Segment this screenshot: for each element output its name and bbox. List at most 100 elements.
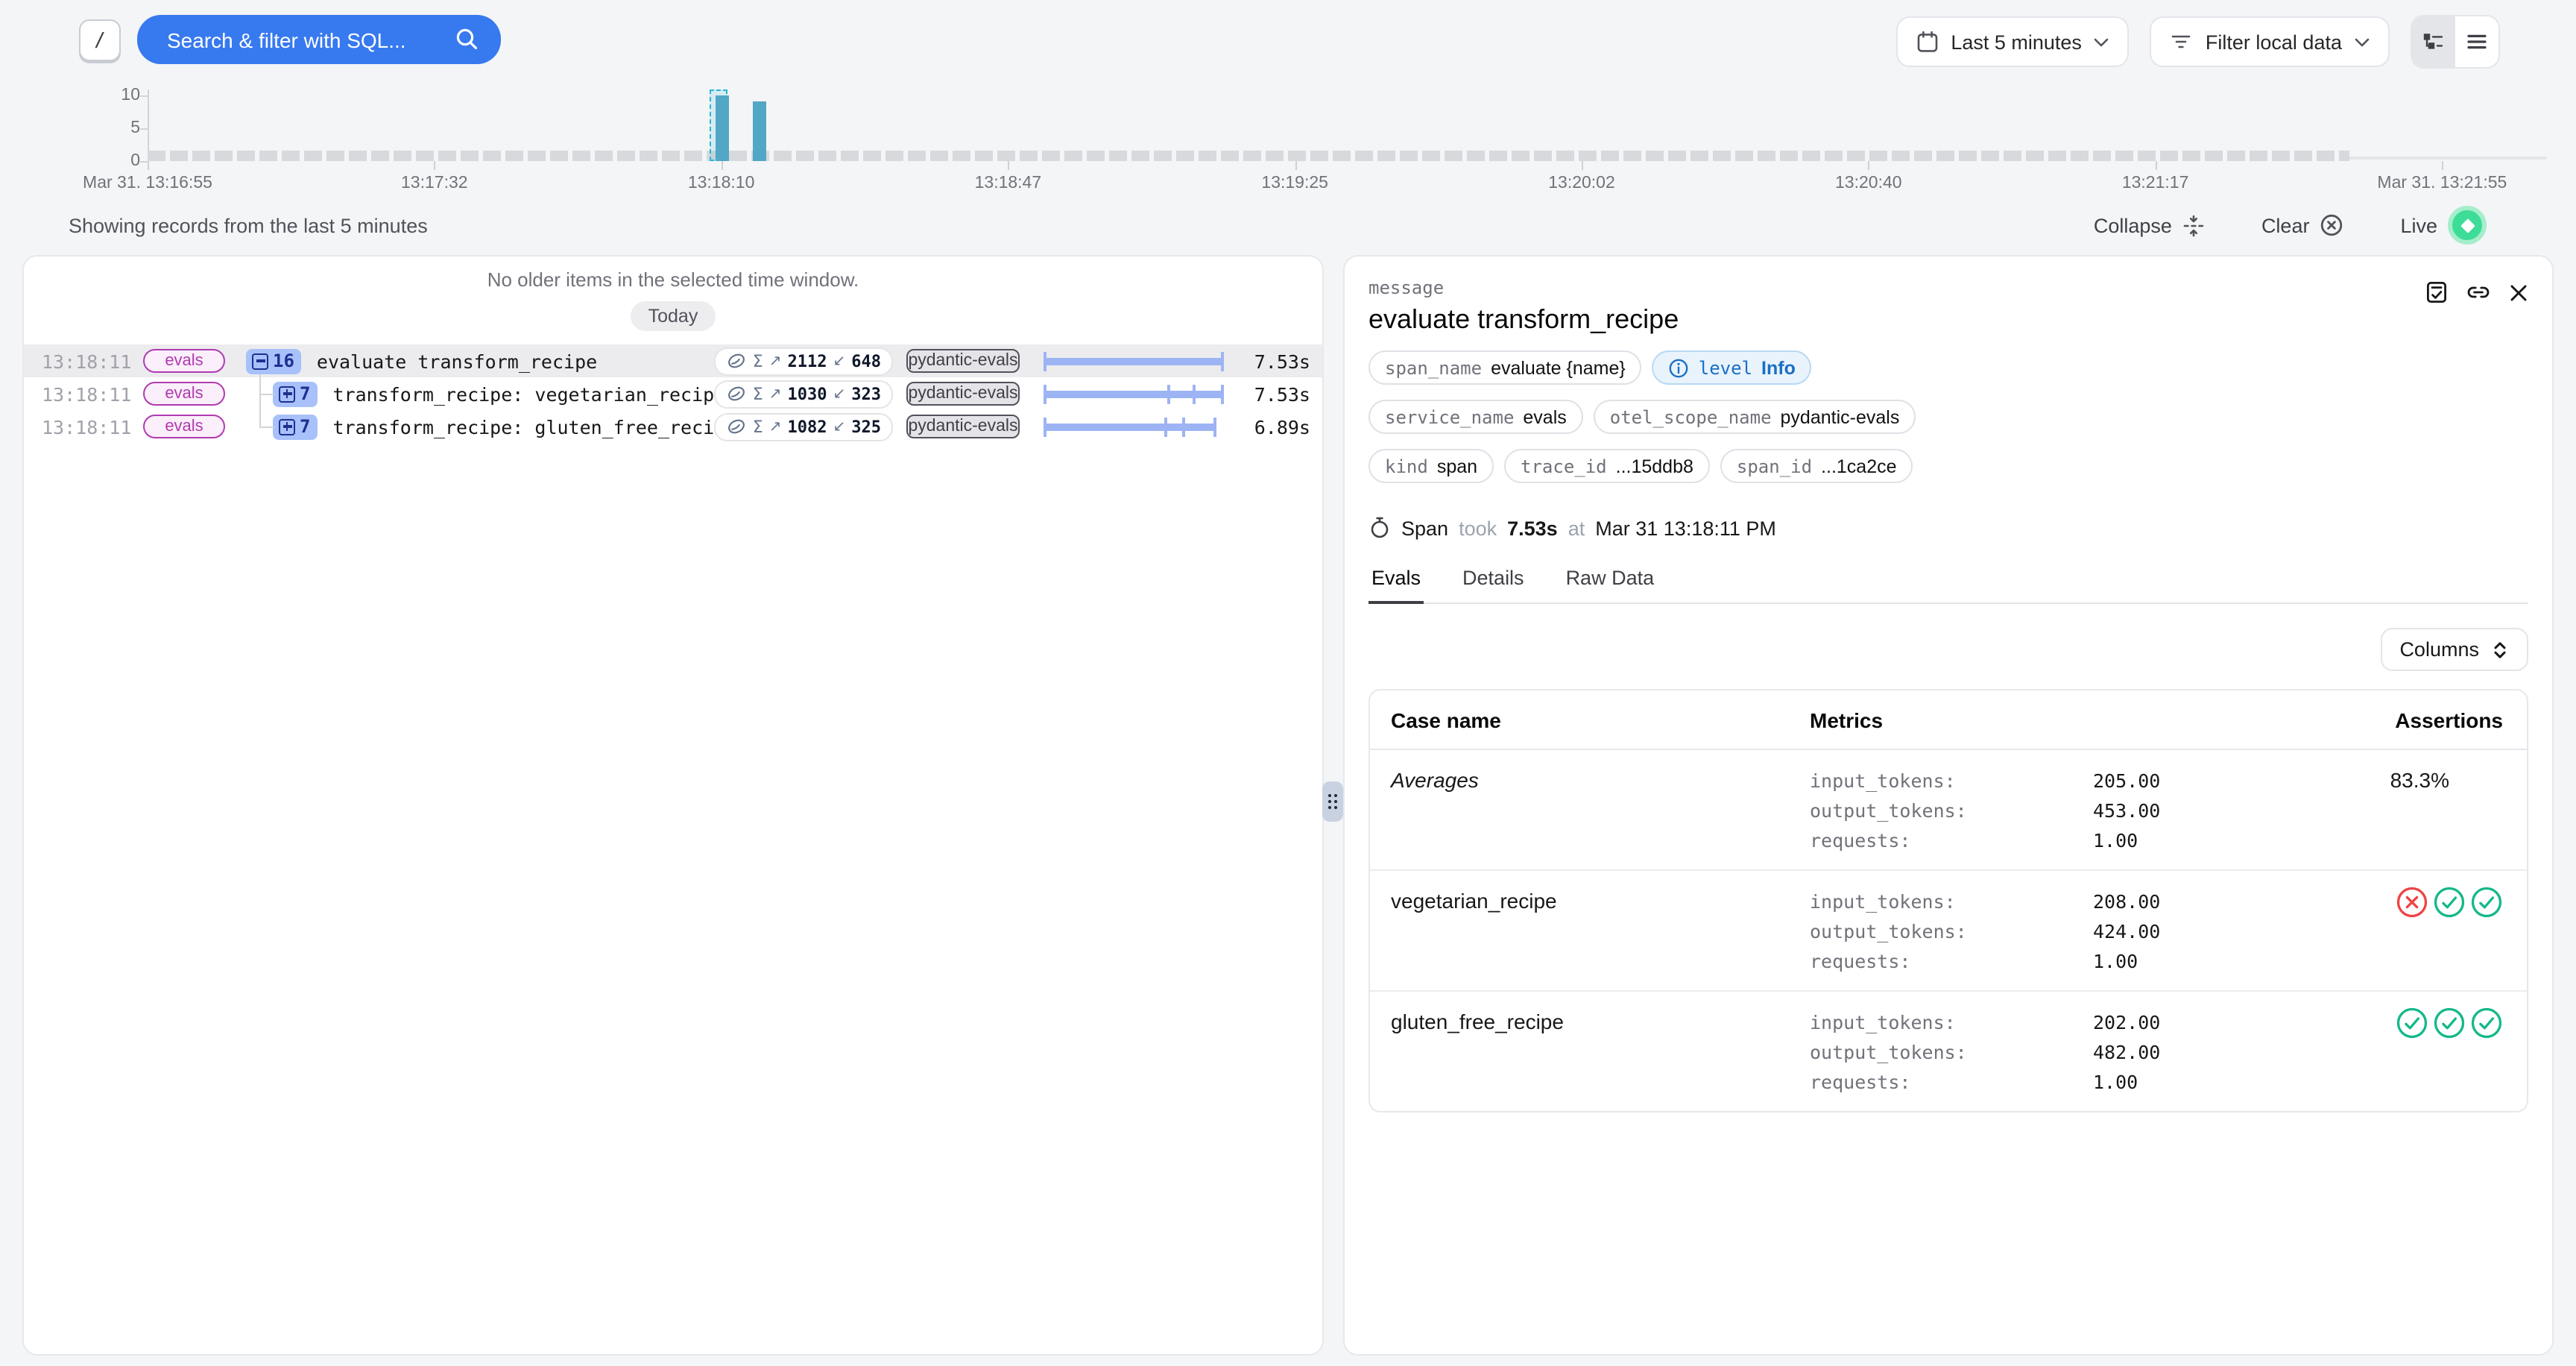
- y-axis-tick-label: 5: [6, 119, 140, 137]
- metric-value: 482.00: [2093, 1040, 2160, 1063]
- expand-toggle-badge[interactable]: 16: [246, 348, 302, 374]
- attribute-pills-row: service_name evals otel_scope_name pydanti…: [1368, 400, 2528, 434]
- x-axis-tick: [1582, 161, 1583, 170]
- filter-local-data-select[interactable]: Filter local data: [2150, 16, 2390, 67]
- input-tokens: 325: [851, 417, 881, 436]
- metric-key: requests:: [1810, 828, 2093, 851]
- attr-value: span: [1437, 456, 1477, 476]
- expand-toggle-badge[interactable]: 7: [273, 381, 318, 406]
- assertion-pass-icon: [2433, 886, 2466, 919]
- close-icon[interactable]: [2509, 283, 2528, 302]
- span-detail-panel: message evaluate transform_recipe span_n…: [1343, 255, 2554, 1356]
- x-axis-tick: [1008, 161, 1009, 170]
- tab-details[interactable]: Details: [1459, 567, 1527, 602]
- assertion-fail-icon: [2396, 886, 2428, 919]
- attr-value: ...15ddb8: [1616, 456, 1693, 476]
- filter-label: Filter local data: [2206, 31, 2342, 53]
- top-bar-controls: Last 5 minutes Filter local data: [1895, 15, 2500, 69]
- list-view-icon: [2466, 31, 2488, 52]
- filter-icon: [2170, 31, 2194, 52]
- token-metrics-badge[interactable]: Σ ↗1030 ↙323: [714, 380, 893, 408]
- otel-scope-tag[interactable]: pydantic-evals: [906, 349, 1020, 373]
- trace-row[interactable]: 13:18:11 evals 7 transform_recipe: glute…: [24, 410, 1322, 443]
- attribute-pills-row: kind span trace_id...15ddb8 span_id ...1ca…: [1368, 449, 2528, 483]
- attr-value: evals: [1523, 406, 1566, 427]
- attribute-pill[interactable]: service_name evals: [1368, 400, 1583, 434]
- attribute-pill[interactable]: trace_id...15ddb8: [1504, 449, 1710, 483]
- evals-table-row[interactable]: gluten_free_recipe input_tokens:202.00 o…: [1370, 992, 2527, 1111]
- chart-plot[interactable]: [148, 95, 2543, 161]
- dock-panel-check-icon[interactable]: [2425, 280, 2448, 304]
- col-header-assertions: Assertions: [2395, 708, 2503, 732]
- time-range-select[interactable]: Last 5 minutes: [1895, 16, 2130, 67]
- span-name[interactable]: transform_recipe: gluten_free_recipe: [332, 415, 713, 438]
- list-view-toggle[interactable]: [2455, 16, 2498, 67]
- x-axis-tick-label: 13:19:25: [1261, 174, 1328, 192]
- otel-scope-tag[interactable]: pydantic-evals: [906, 415, 1020, 438]
- live-toggle-button[interactable]: Live: [2391, 204, 2496, 246]
- detail-tabs: Evals Details Raw Data: [1368, 567, 2528, 604]
- attr-key: kind: [1385, 456, 1428, 476]
- tree-view-toggle[interactable]: [2412, 16, 2455, 67]
- attr-key: level: [1699, 357, 1752, 378]
- collapse-vertical-icon: [2182, 214, 2205, 236]
- attr-value: evaluate {name}: [1491, 357, 1626, 378]
- timing-duration: 7.53s: [1507, 517, 1558, 539]
- info-icon: [1669, 357, 1690, 378]
- x-axis-tick: [2156, 161, 2157, 170]
- attribute-pill[interactable]: span_id ...1ca2ce: [1720, 449, 1913, 483]
- expand-toggle-icon: [279, 418, 295, 435]
- service-tag[interactable]: evals: [143, 349, 225, 373]
- sigma-icon: Σ: [753, 384, 763, 403]
- level-pill[interactable]: levelInfo: [1652, 350, 1812, 385]
- service-tag[interactable]: evals: [143, 382, 225, 406]
- tab-evals[interactable]: Evals: [1368, 567, 1424, 604]
- attr-value: ...1ca2ce: [1821, 456, 1896, 476]
- attribute-pill[interactable]: span_nameevaluate {name}: [1368, 350, 1642, 385]
- cost-coin-icon: [726, 416, 747, 437]
- histogram-bar[interactable]: [716, 95, 729, 161]
- token-metrics-badge[interactable]: Σ ↗2112 ↙648: [714, 347, 893, 375]
- assertion-result-icons: [2396, 1007, 2503, 1039]
- histogram-bar[interactable]: [753, 101, 766, 161]
- trace-row-time: 13:18:11: [42, 350, 119, 372]
- attribute-pill[interactable]: kind span: [1368, 449, 1494, 483]
- collapse-button[interactable]: Collapse: [2085, 213, 2214, 238]
- trace-row[interactable]: 13:18:11 evals 16 evaluate transform_rec…: [24, 344, 1322, 377]
- clear-button[interactable]: Clear: [2253, 212, 2353, 239]
- evals-table-row[interactable]: vegetarian_recipe input_tokens:208.00 ou…: [1370, 871, 2527, 992]
- trace-row[interactable]: 13:18:11 evals 7 transform_recipe: veget…: [24, 377, 1322, 410]
- tab-raw-data[interactable]: Raw Data: [1563, 567, 1658, 602]
- metric-key: output_tokens:: [1810, 799, 2093, 821]
- metric-value: 208.00: [2093, 890, 2160, 912]
- search-button[interactable]: Search & filter with SQL...: [137, 15, 501, 64]
- metric-value: 1.00: [2093, 828, 2138, 851]
- attribute-pill[interactable]: otel_scope_name pydantic-evals: [1594, 400, 1916, 434]
- columns-button[interactable]: Columns: [2380, 628, 2528, 671]
- span-name[interactable]: evaluate transform_recipe: [317, 350, 714, 372]
- records-histogram: 10 5 0 Mar 31. 13:16:5513:17:3213:18:101…: [0, 82, 2576, 198]
- metric-value: 1.00: [2093, 1070, 2138, 1092]
- otel-scope-tag[interactable]: pydantic-evals: [906, 382, 1020, 406]
- duration-text: 6.89s: [1236, 415, 1310, 438]
- duration-bar: [1044, 350, 1224, 371]
- evals-table-header: Case name Metrics Assertions: [1370, 690, 2527, 750]
- panel-resize-handle[interactable]: [1322, 781, 1343, 822]
- cost-coin-icon: [726, 350, 747, 371]
- copy-link-icon[interactable]: [2466, 280, 2491, 304]
- detail-title: evaluate transform_recipe: [1368, 304, 2528, 336]
- metric-key: input_tokens:: [1810, 769, 2093, 791]
- attr-key: span_id: [1737, 456, 1812, 476]
- expand-toggle-badge[interactable]: 7: [273, 414, 318, 439]
- attr-key: service_name: [1385, 406, 1514, 427]
- child-count: 7: [300, 416, 310, 437]
- attr-value: pydantic-evals: [1781, 406, 1900, 427]
- service-tag[interactable]: evals: [143, 415, 225, 438]
- token-metrics-badge[interactable]: Σ ↗1082 ↙325: [714, 412, 893, 441]
- assertion-pass-icon: [2470, 1007, 2503, 1039]
- span-name[interactable]: transform_recipe: vegetarian_recipe: [332, 383, 713, 405]
- attr-key: otel_scope_name: [1610, 406, 1772, 427]
- chevron-up-down-icon: [2491, 639, 2509, 660]
- metric-value: 424.00: [2093, 919, 2160, 942]
- evals-table-row[interactable]: Averages input_tokens:205.00 output_toke…: [1370, 750, 2527, 871]
